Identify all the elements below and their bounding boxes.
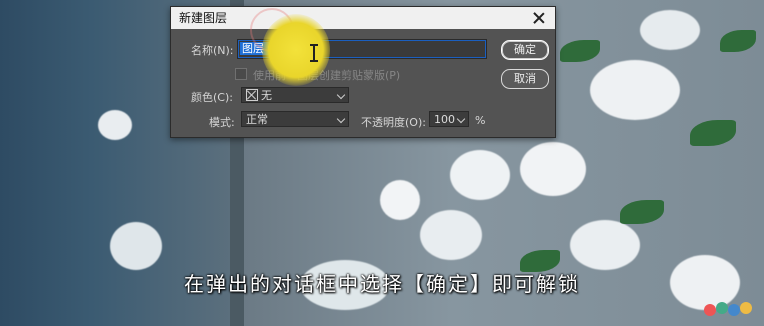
flower-cluster (450, 150, 510, 200)
flower-cluster (520, 142, 586, 196)
ok-button[interactable]: 确定 (501, 40, 549, 60)
chevron-down-icon[interactable] (456, 114, 466, 124)
cursor-highlight (262, 14, 330, 86)
dialog-titlebar: 新建图层 (171, 7, 555, 29)
subtitle-caption: 在弹出的对话框中选择【确定】即可解锁 (184, 272, 580, 296)
flower-cluster (110, 222, 162, 270)
color-label: 颜色(C): (191, 91, 233, 104)
opacity-input[interactable]: 100 (429, 111, 469, 127)
cancel-button[interactable]: 取消 (501, 69, 549, 89)
flower-cluster (420, 210, 482, 260)
watermark-logo (704, 302, 752, 316)
flower-cluster (640, 10, 700, 50)
opacity-value: 100 (434, 113, 455, 126)
chevron-down-icon (336, 90, 346, 100)
mode-label: 模式: (209, 116, 235, 129)
blend-mode-select[interactable]: 正常 (241, 111, 349, 127)
new-layer-dialog: 新建图层 名称(N): 图层 0 确定 取消 使用前一图层创建剪贴蒙版(P) 颜… (170, 6, 556, 138)
opacity-label: 不透明度(O): (361, 116, 426, 129)
flower-cluster (380, 180, 420, 220)
no-color-icon (246, 89, 258, 101)
opacity-unit: % (475, 114, 486, 127)
name-label: 名称(N): (191, 44, 234, 57)
chevron-down-icon (336, 114, 346, 124)
clipping-mask-checkbox[interactable] (235, 68, 247, 80)
color-value: 无 (261, 89, 272, 102)
text-cursor-icon (310, 44, 318, 62)
flower-cluster (590, 60, 680, 120)
flower-cluster (98, 110, 132, 140)
blend-mode-value: 正常 (246, 113, 268, 126)
dialog-title: 新建图层 (179, 11, 228, 25)
flower-cluster (570, 220, 640, 270)
color-select[interactable]: 无 (241, 87, 349, 103)
close-icon[interactable] (531, 10, 547, 26)
